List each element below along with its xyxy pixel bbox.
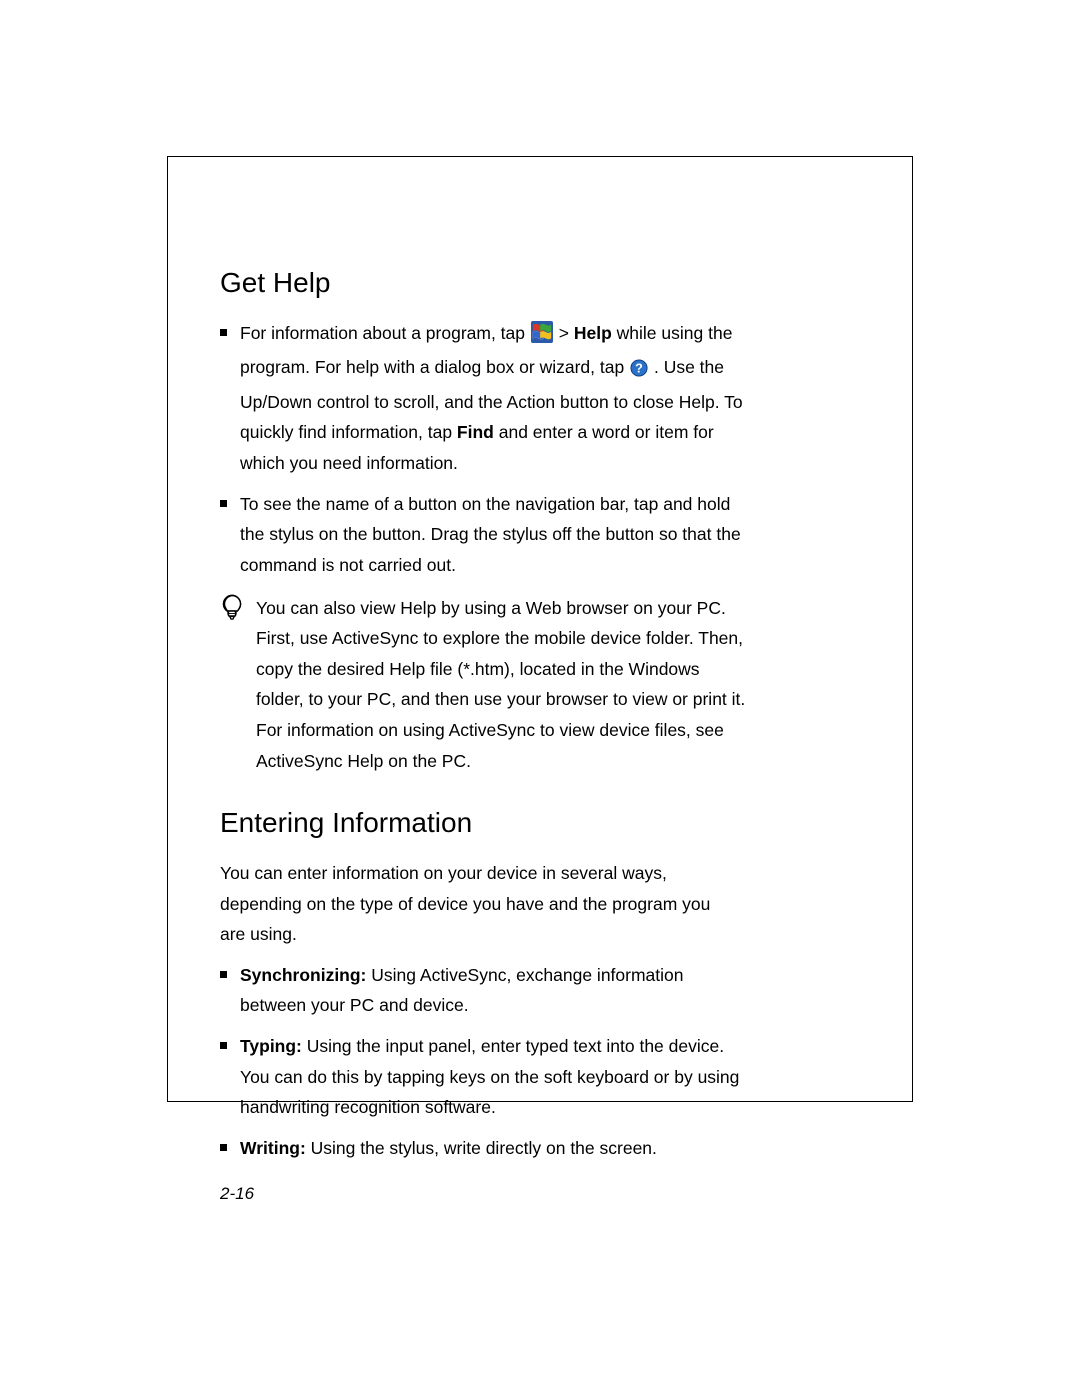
text-fragment: > bbox=[559, 323, 574, 343]
bullet-text: To see the name of a button on the navig… bbox=[240, 489, 745, 581]
svg-text:?: ? bbox=[635, 362, 643, 376]
list-item: Typing: Using the input panel, enter typ… bbox=[220, 1031, 760, 1123]
list-item: Writing: Using the stylus, write directl… bbox=[220, 1133, 760, 1164]
list-item: Synchronizing: Using ActiveSync, exchang… bbox=[220, 960, 760, 1021]
bold-find: Find bbox=[457, 422, 494, 442]
bullet-text: For information about a program, tap > H… bbox=[240, 318, 745, 479]
list-item: To see the name of a button on the navig… bbox=[220, 489, 760, 581]
tip-lightbulb-icon bbox=[220, 593, 244, 626]
bold-label: Writing: bbox=[240, 1138, 306, 1158]
intro-paragraph: You can enter information on your device… bbox=[220, 858, 740, 950]
tip-text: You can also view Help by using a Web br… bbox=[256, 593, 751, 777]
gethelp-bullet-list: For information about a program, tap > H… bbox=[220, 318, 760, 581]
bold-label: Synchronizing: bbox=[240, 965, 366, 985]
bold-label: Typing: bbox=[240, 1036, 302, 1056]
page-content: Get Help For information about a program… bbox=[220, 266, 760, 1204]
entering-bullet-list: Synchronizing: Using ActiveSync, exchang… bbox=[220, 960, 760, 1164]
tip-block: You can also view Help by using a Web br… bbox=[220, 593, 760, 777]
bullet-text: Typing: Using the input panel, enter typ… bbox=[240, 1031, 745, 1123]
help-question-icon: ? bbox=[630, 356, 648, 387]
section-entering-information: Entering Information You can enter infor… bbox=[220, 806, 760, 1203]
bold-help: Help bbox=[574, 323, 612, 343]
text-fragment: Using the stylus, write directly on the … bbox=[306, 1138, 657, 1158]
heading-entering-information: Entering Information bbox=[220, 806, 760, 840]
start-flag-icon bbox=[531, 321, 553, 353]
page-number: 2-16 bbox=[220, 1184, 760, 1204]
bullet-text: Synchronizing: Using ActiveSync, exchang… bbox=[240, 960, 745, 1021]
heading-get-help: Get Help bbox=[220, 266, 760, 300]
bullet-text: Writing: Using the stylus, write directl… bbox=[240, 1133, 745, 1164]
text-fragment: For information about a program, tap bbox=[240, 323, 530, 343]
text-fragment: Using the input panel, enter typed text … bbox=[240, 1036, 739, 1117]
list-item: For information about a program, tap > H… bbox=[220, 318, 760, 479]
